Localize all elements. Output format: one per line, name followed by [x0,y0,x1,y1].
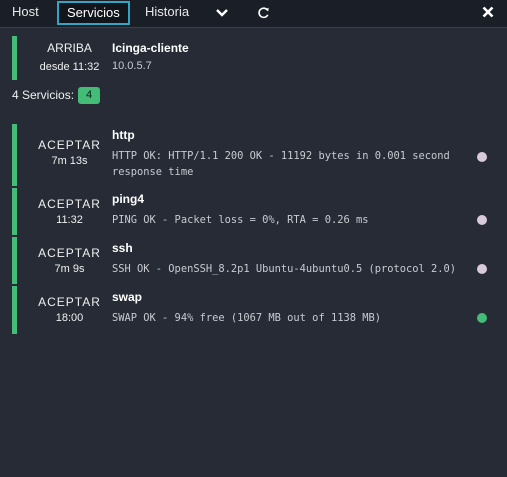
service-status-icon [477,264,487,274]
tab-host[interactable]: Host [12,0,39,27]
service-state-bar [12,286,17,334]
service-output: PING OK - Packet loss = 0%, RTA = 0.26 m… [112,214,369,226]
service-state-bar [12,124,17,186]
service-state-time: 7m 13s [51,155,88,167]
service-status-icon [477,313,487,323]
chevron-down-icon[interactable] [215,4,229,25]
service-row-http[interactable]: ACEPTAR 7m 13s http HTTP OK: HTTP/1.1 20… [12,124,492,186]
service-status-icon [477,215,487,225]
refresh-icon[interactable] [256,4,270,25]
service-state-bar [12,237,17,284]
service-state: ACEPTAR [38,138,101,152]
service-status-icon [477,152,487,162]
host-address: 10.0.5.7 [112,60,152,72]
service-state-bar [12,188,17,235]
tab-historia[interactable]: Historia [145,0,189,27]
services-ok-badge[interactable]: 4 [78,87,100,104]
service-state: ACEPTAR [38,197,101,211]
close-icon[interactable] [481,3,495,24]
service-state: ACEPTAR [38,246,101,260]
service-state-time: 18:00 [55,312,84,324]
service-row-swap[interactable]: ACEPTAR 18:00 swap SWAP OK - 94% free (1… [12,286,492,334]
host-state-bar [12,36,17,80]
host-state-since: desde 11:32 [39,61,100,73]
services-count-label: 4 Servicios: [12,88,75,102]
service-output: SWAP OK - 94% free (1067 MB out of 1138 … [112,312,381,324]
host-state: ARRIBA [47,41,92,55]
service-name[interactable]: ping4 [112,192,144,206]
host-summary[interactable]: ARRIBA desde 11:32 Icinga-cliente 10.0.5… [12,36,492,80]
service-output: SSH OK - OpenSSH_8.2p1 Ubuntu-4ubuntu0.5… [112,263,457,275]
host-name[interactable]: Icinga-cliente [112,41,189,55]
service-name[interactable]: ssh [112,241,133,255]
service-state-time: 7m 9s [54,263,85,275]
service-row-ssh[interactable]: ACEPTAR 7m 9s ssh SSH OK - OpenSSH_8.2p1… [12,237,492,284]
service-name[interactable]: http [112,128,135,142]
tab-servicios[interactable]: Servicios [57,1,130,25]
service-row-ping4[interactable]: ACEPTAR 11:32 ping4 PING OK - Packet los… [12,188,492,235]
service-output: HTTP OK: HTTP/1.1 200 OK - 11192 bytes i… [112,150,457,178]
service-name[interactable]: swap [112,290,142,304]
service-state: ACEPTAR [38,295,101,309]
tab-bar: Host Servicios Historia [0,0,507,28]
service-state-time: 11:32 [56,214,83,226]
